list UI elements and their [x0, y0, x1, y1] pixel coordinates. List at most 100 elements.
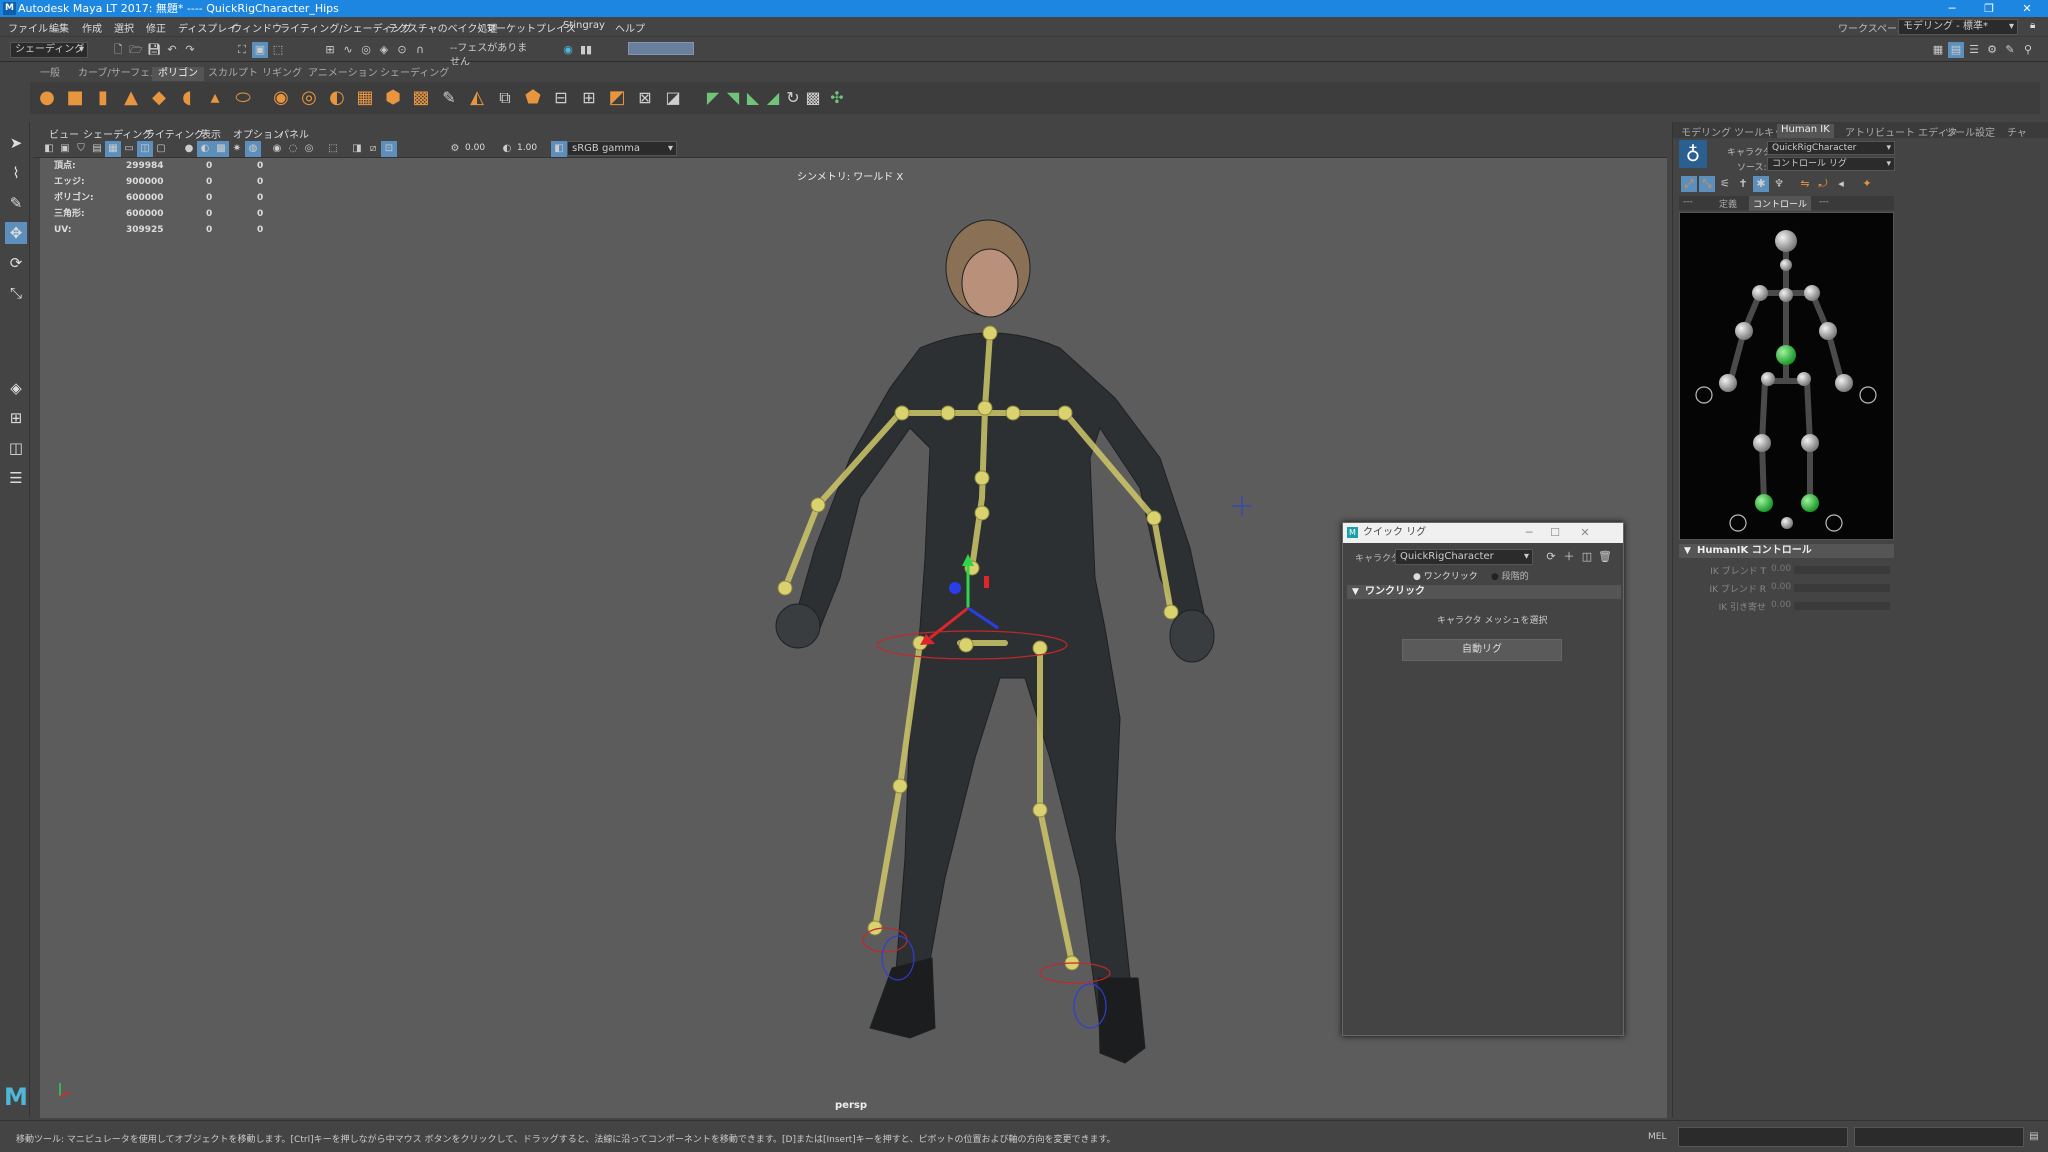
camera-icon[interactable]: ◧	[41, 141, 57, 157]
joint-head[interactable]	[982, 325, 998, 341]
joint-left-shoulder[interactable]	[894, 405, 910, 421]
hik-full-body-icon[interactable]: ⤡	[1699, 176, 1715, 192]
uv-spherical-icon[interactable]: ◣	[742, 88, 764, 108]
joint-right-shoulder[interactable]	[1057, 405, 1073, 421]
rotate-tool-icon[interactable]: ⟳	[5, 252, 27, 274]
menu-stingray[interactable]: Stingray	[563, 20, 605, 31]
one-click-section[interactable]: ▼ ワンクリック	[1347, 585, 1621, 599]
radio-step-by-step[interactable]: ● 段階的	[1491, 569, 1529, 582]
vp-menu-view[interactable]: ビュー	[49, 126, 79, 141]
bridge-icon[interactable]: ▩	[410, 88, 432, 108]
hik-right-hip-effector[interactable]	[1797, 372, 1811, 386]
poly-pyramid-icon[interactable]: ▴	[204, 88, 226, 108]
hik-right-elbow-effector[interactable]	[1819, 322, 1837, 340]
poly-cube-icon[interactable]: ■	[64, 88, 86, 108]
attribute-editor-icon[interactable]: ☰	[1966, 42, 1982, 58]
menu-edit[interactable]: 編集	[49, 20, 69, 35]
menu-modify[interactable]: 修正	[146, 20, 166, 35]
menu-texture-bake[interactable]: テクスチャのベイク処理	[388, 20, 497, 35]
maximize-button[interactable]: ❐	[1974, 0, 2004, 17]
image-plane-icon[interactable]: ▤	[89, 141, 105, 157]
combine-icon[interactable]: ◉	[270, 88, 292, 108]
hik-right-hand-expand-icon[interactable]	[1859, 386, 1877, 404]
open-scene-icon[interactable]: 🗁	[128, 42, 144, 58]
joint-left-elbow[interactable]	[810, 497, 826, 513]
fill-hole-icon[interactable]: ⊠	[634, 88, 656, 108]
hik-left-shoulder-effector[interactable]	[1752, 285, 1768, 301]
resolution-gate-icon[interactable]: ▢	[153, 141, 169, 157]
joint-spine1[interactable]	[974, 505, 990, 521]
bone-right-shin[interactable]	[1037, 807, 1075, 966]
slider-value[interactable]: 0.00	[1771, 564, 1791, 574]
color-management-icon[interactable]: ◧	[551, 141, 567, 157]
insert-edge-loop-icon[interactable]: ⧉	[494, 88, 516, 108]
shelf-tab-sculpt[interactable]: スカルプト	[202, 67, 264, 81]
hik-key-icon[interactable]: ◂	[1833, 176, 1849, 192]
ambient-occlusion-icon[interactable]: ◉	[269, 141, 285, 157]
gamma-icon[interactable]: ◐	[499, 141, 515, 157]
camera-attr-icon[interactable]: ▣	[57, 141, 73, 157]
bone-left-shin[interactable]	[872, 783, 903, 931]
select-object-icon[interactable]: ▣	[252, 42, 268, 58]
human-ik-icon[interactable]: ⚲	[2020, 42, 2036, 58]
delete-icon[interactable]: 🗑︎	[1597, 549, 1613, 565]
motion-blur-icon[interactable]: ◌	[285, 141, 301, 157]
hik-right-knee-effector[interactable]	[1801, 434, 1819, 452]
uv-automatic-icon[interactable]: ◢	[762, 88, 784, 108]
channel-box-icon[interactable]: ▤	[1948, 42, 1964, 58]
single-perspective-layout-icon[interactable]: ◈	[5, 377, 27, 399]
vp-menu-show[interactable]: 表示	[201, 126, 221, 141]
hik-character-dropdown[interactable]: QuickRigCharacter ▾	[1767, 141, 1895, 155]
shelf-tab-animation[interactable]: アニメーション	[302, 67, 384, 81]
joint-right-hip[interactable]	[1032, 640, 1048, 656]
tab-human-ik[interactable]: Human IK	[1777, 124, 1834, 138]
ik-blend-r-slider[interactable]: IK ブレンド R 0.00	[1679, 580, 1894, 596]
render-progress-field[interactable]	[628, 42, 694, 55]
hik-left-hip-effector[interactable]	[1761, 372, 1775, 386]
film-gate-icon[interactable]: ▭	[121, 141, 137, 157]
exposure-value[interactable]: 0.00	[465, 143, 485, 153]
minimize-button[interactable]: ─	[1937, 0, 1967, 17]
multi-cut-icon[interactable]: ✎	[438, 88, 460, 108]
smooth-shade-icon[interactable]: ●	[181, 141, 197, 157]
slider-value[interactable]: 0.00	[1771, 582, 1791, 592]
hik-right-ankle-effector[interactable]	[1801, 494, 1819, 512]
hik-chest-effector[interactable]	[1779, 288, 1793, 302]
slider-track[interactable]	[1794, 584, 1890, 592]
vp-menu-shading[interactable]: シェーディング	[83, 126, 152, 141]
hik-pin-icon[interactable]: ✱	[1753, 176, 1769, 192]
render-icon[interactable]: ◉	[560, 42, 576, 58]
add-character-icon[interactable]: ＋	[1561, 549, 1577, 565]
maximize-icon[interactable]: ☐	[1543, 523, 1567, 543]
ik-pull-slider[interactable]: IK 引き寄せ 0.00	[1679, 598, 1894, 614]
poly-torus-icon[interactable]: ◖	[176, 88, 198, 108]
shelf-tab-general[interactable]: 一般	[34, 67, 66, 81]
slider-track[interactable]	[1794, 602, 1890, 610]
menu-file[interactable]: ファイル	[8, 20, 48, 35]
bevel-icon[interactable]: ◭	[466, 88, 488, 108]
joint-right-knee[interactable]	[1032, 802, 1048, 818]
uv-planar-icon[interactable]: ◤	[702, 88, 724, 108]
poly-cone-icon[interactable]: ▲	[120, 88, 142, 108]
locators[interactable]	[1232, 496, 1252, 516]
joint-neck[interactable]	[977, 400, 993, 416]
paint-select-tool-icon[interactable]: ✎	[5, 192, 27, 214]
four-view-layout-icon[interactable]: ⊞	[5, 407, 27, 429]
hik-character-icon[interactable]: ✦	[1859, 176, 1875, 192]
joint-right-elbow[interactable]	[1146, 510, 1162, 526]
exposure-icon[interactable]: ⚙	[447, 141, 463, 157]
shelf-tab-shading[interactable]: シェーディング	[374, 67, 455, 81]
close-icon[interactable]: ✕	[1573, 523, 1597, 543]
reduce-icon[interactable]: ◪	[662, 88, 684, 108]
menu-display[interactable]: ディスプレイ	[178, 20, 237, 35]
hik-subtab-define[interactable]: 定義	[1719, 197, 1737, 210]
hik-ik-fk-icon[interactable]: ⤢	[1681, 176, 1697, 192]
two-pane-layout-icon[interactable]: ◫	[5, 437, 27, 459]
hik-head-effector[interactable]	[1775, 230, 1797, 252]
hik-left-knee-effector[interactable]	[1753, 434, 1771, 452]
snap-curve-icon[interactable]: ∿	[340, 42, 356, 58]
anti-alias-icon[interactable]: ◎	[301, 141, 317, 157]
hik-left-elbow-effector[interactable]	[1735, 322, 1753, 340]
poly-cylinder-icon[interactable]: ▮	[92, 88, 114, 108]
undo-icon[interactable]: ↶	[164, 42, 180, 58]
